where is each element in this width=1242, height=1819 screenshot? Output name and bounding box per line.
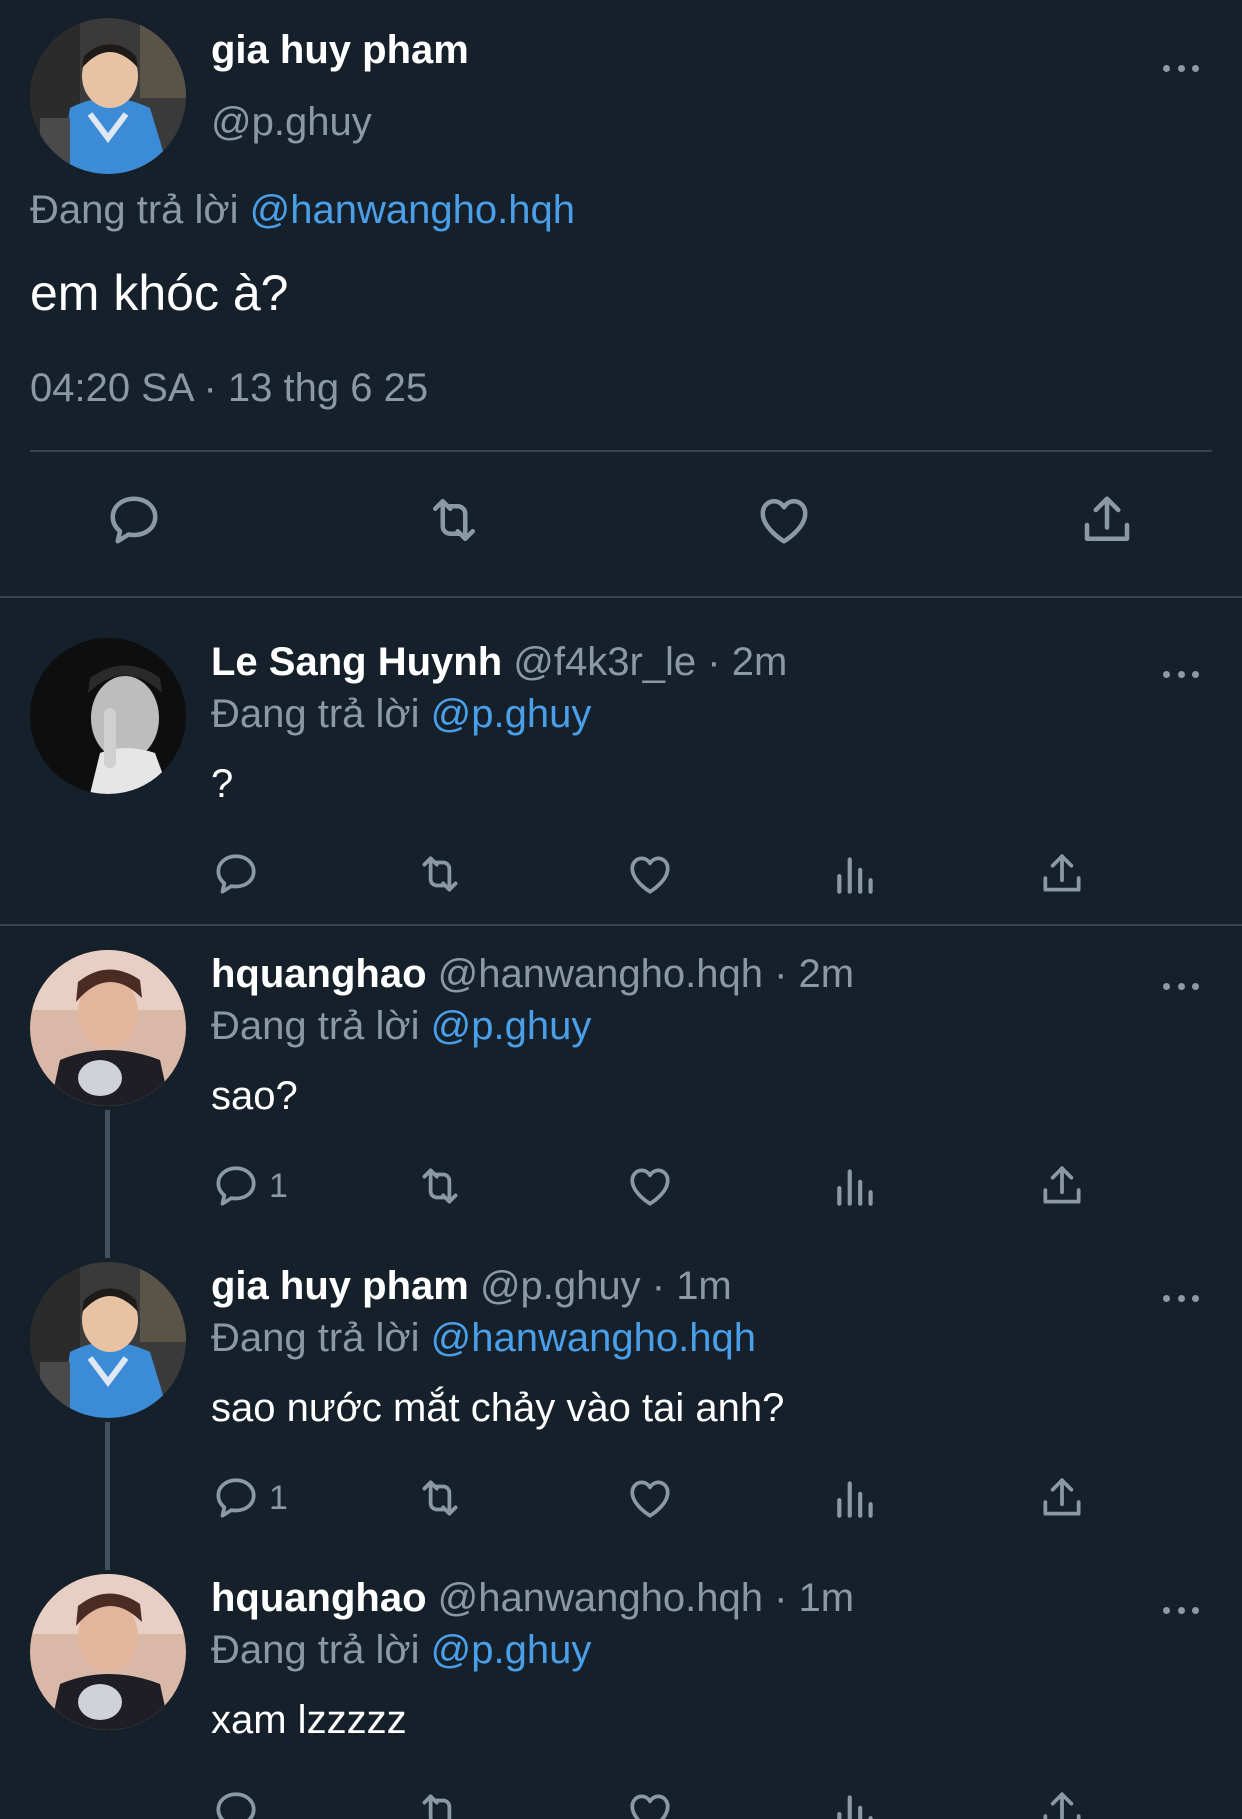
replying-to-link[interactable]: @hanwangho.hqh bbox=[431, 1316, 756, 1360]
more-options-icon[interactable] bbox=[1159, 1600, 1203, 1620]
retweet-icon[interactable] bbox=[424, 490, 484, 550]
reply-action[interactable]: 1 bbox=[211, 1160, 288, 1212]
like-icon[interactable] bbox=[625, 1472, 675, 1524]
reply-text: xam lzzzzz bbox=[211, 1698, 407, 1742]
replying-to-line: Đang trả lời @p.ghuy bbox=[211, 692, 591, 737]
tweet-text: em khóc à? bbox=[30, 265, 289, 321]
reply-header: hquanghao @hanwangho.hqh · 1m bbox=[211, 1576, 854, 1621]
avatar[interactable] bbox=[30, 1574, 186, 1730]
author-name[interactable]: gia huy pham bbox=[211, 28, 469, 73]
reply-icon bbox=[216, 1166, 256, 1206]
avatar-young-man-photo bbox=[30, 1574, 186, 1730]
author-handle[interactable]: @p.ghuy bbox=[211, 100, 372, 145]
reply-icon[interactable] bbox=[211, 1786, 261, 1819]
views-icon[interactable] bbox=[831, 1160, 881, 1212]
share-icon[interactable] bbox=[1077, 490, 1137, 550]
reply-count: 1 bbox=[269, 1166, 288, 1205]
main-tweet-actions bbox=[0, 490, 1242, 560]
reply-author-meta[interactable]: @hanwangho.hqh · 1m bbox=[438, 1576, 854, 1620]
avatar[interactable] bbox=[30, 18, 186, 174]
views-icon[interactable] bbox=[831, 1472, 881, 1524]
reply-count: 1 bbox=[269, 1478, 288, 1517]
avatar[interactable] bbox=[30, 638, 186, 794]
views-icon[interactable] bbox=[831, 848, 881, 900]
reply-tweet[interactable]: hquanghao @hanwangho.hqh · 1m Đang trả l… bbox=[0, 1574, 1242, 1819]
reply-action[interactable]: 1 bbox=[211, 1472, 288, 1524]
tweet-timestamp[interactable]: 04:20 SA · 13 thg 6 25 bbox=[30, 366, 428, 411]
share-icon[interactable] bbox=[1037, 1160, 1087, 1212]
replying-to-link[interactable]: @p.ghuy bbox=[431, 1628, 592, 1672]
views-icon[interactable] bbox=[831, 1786, 881, 1819]
more-options-icon[interactable] bbox=[1159, 1288, 1203, 1308]
reply-tweet[interactable]: Le Sang Huynh @f4k3r_le · 2m Đang trả lờ… bbox=[0, 638, 1242, 920]
reply-author-name[interactable]: hquanghao bbox=[211, 952, 427, 996]
replying-to-link[interactable]: @p.ghuy bbox=[431, 1004, 592, 1048]
reply-header: hquanghao @hanwangho.hqh · 2m bbox=[211, 952, 854, 997]
reply-actions: 1 bbox=[0, 1472, 1242, 1528]
replying-to-line: Đang trả lời @hanwangho.hqh bbox=[30, 188, 575, 233]
reply-author-name[interactable]: hquanghao bbox=[211, 1576, 427, 1620]
reply-actions: 1 bbox=[0, 1160, 1242, 1216]
more-options-icon[interactable] bbox=[1159, 58, 1203, 78]
reply-header: Le Sang Huynh @f4k3r_le · 2m bbox=[211, 640, 787, 685]
avatar-boy-blue-shirt-image bbox=[30, 18, 186, 174]
more-options-icon[interactable] bbox=[1159, 664, 1203, 684]
retweet-icon[interactable] bbox=[415, 1472, 465, 1524]
like-icon[interactable] bbox=[754, 490, 814, 550]
reply-actions bbox=[0, 848, 1242, 904]
reply-action[interactable] bbox=[211, 848, 269, 900]
reply-text: sao nước mắt chảy vào tai anh? bbox=[211, 1386, 785, 1430]
replying-to-line: Đang trả lời @hanwangho.hqh bbox=[211, 1316, 756, 1361]
replying-prefix: Đang trả lời bbox=[211, 1004, 420, 1048]
share-icon[interactable] bbox=[1037, 848, 1087, 900]
tweet-thread-page: gia huy pham @p.ghuy Đang trả lời @hanwa… bbox=[0, 0, 1242, 1819]
share-icon[interactable] bbox=[1037, 1786, 1087, 1819]
retweet-icon[interactable] bbox=[415, 1160, 465, 1212]
replying-prefix: Đang trả lời bbox=[211, 1628, 420, 1672]
reply-actions bbox=[0, 1786, 1242, 1819]
reply-author-meta[interactable]: @f4k3r_le · 2m bbox=[513, 640, 787, 684]
avatar[interactable] bbox=[30, 950, 186, 1106]
main-tweet: gia huy pham @p.ghuy Đang trả lời @hanwa… bbox=[0, 0, 1242, 596]
divider bbox=[0, 924, 1242, 926]
replying-to-line: Đang trả lời @p.ghuy bbox=[211, 1004, 591, 1049]
reply-author-name[interactable]: gia huy pham bbox=[211, 1264, 469, 1308]
replying-to-link[interactable]: @p.ghuy bbox=[431, 692, 592, 736]
reply-tweet[interactable]: hquanghao @hanwangho.hqh · 2m Đang trả l… bbox=[0, 950, 1242, 1250]
reply-text: ? bbox=[211, 762, 234, 806]
reply-header: gia huy pham @p.ghuy · 1m bbox=[211, 1264, 732, 1309]
reply-icon bbox=[216, 854, 256, 894]
replying-to-line: Đang trả lời @p.ghuy bbox=[211, 1628, 591, 1673]
replying-prefix: Đang trả lời bbox=[211, 692, 420, 736]
replying-prefix: Đang trả lời bbox=[211, 1316, 420, 1360]
reply-author-name[interactable]: Le Sang Huynh bbox=[211, 640, 502, 684]
avatar-grayscale-photo bbox=[30, 638, 186, 794]
reply-text: sao? bbox=[211, 1074, 298, 1118]
avatar-boy-blue-shirt-image bbox=[30, 1262, 186, 1418]
avatar[interactable] bbox=[30, 1262, 186, 1418]
retweet-icon[interactable] bbox=[415, 848, 465, 900]
divider bbox=[30, 450, 1212, 452]
avatar-young-man-photo bbox=[30, 950, 186, 1106]
reply-author-meta[interactable]: @hanwangho.hqh · 2m bbox=[438, 952, 854, 996]
like-icon[interactable] bbox=[625, 848, 675, 900]
replying-prefix: Đang trả lời bbox=[30, 188, 239, 232]
replying-to-link[interactable]: @hanwangho.hqh bbox=[250, 188, 575, 232]
reply-icon bbox=[216, 1478, 256, 1518]
divider bbox=[0, 596, 1242, 598]
retweet-icon[interactable] bbox=[415, 1786, 465, 1819]
like-icon[interactable] bbox=[625, 1786, 675, 1819]
reply-icon[interactable] bbox=[104, 490, 164, 550]
share-icon[interactable] bbox=[1037, 1472, 1087, 1524]
like-icon[interactable] bbox=[625, 1160, 675, 1212]
reply-tweet[interactable]: gia huy pham @p.ghuy · 1m Đang trả lời @… bbox=[0, 1262, 1242, 1562]
reply-author-meta[interactable]: @p.ghuy · 1m bbox=[480, 1264, 732, 1308]
more-options-icon[interactable] bbox=[1159, 976, 1203, 996]
